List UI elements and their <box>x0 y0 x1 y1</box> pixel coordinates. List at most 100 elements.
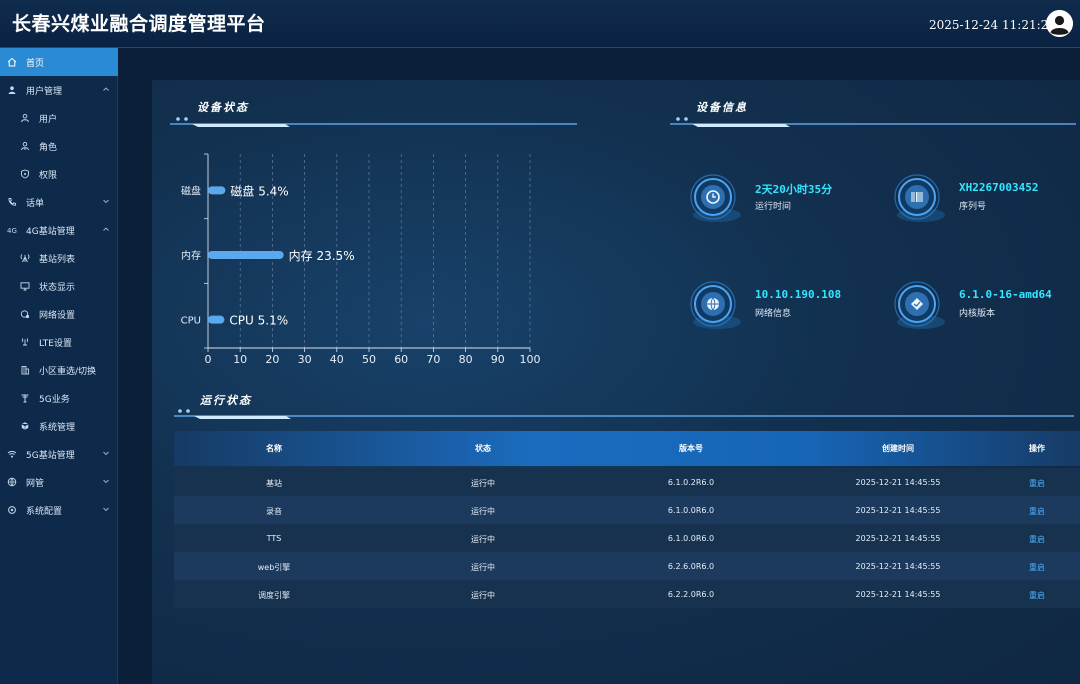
device-info-card: 2天20小时35分 运行时间 <box>687 171 847 231</box>
sidebar-item-label: 用户 <box>39 114 58 125</box>
table-cell: 2025-12-21 14:45:55 <box>855 562 941 571</box>
column-header[interactable]: 版本号 <box>679 443 703 454</box>
sidebar-item-label: 权限 <box>39 170 58 181</box>
phone-icon <box>7 197 17 207</box>
sidebar-item-label: 小区重选/切换 <box>39 366 97 377</box>
sidebar-item-label: 5G业务 <box>39 394 70 405</box>
x-tick-label: 70 <box>426 353 440 366</box>
network-icon <box>20 309 30 319</box>
table-row: 调度引擎 运行中 6.2.2.0R6.0 2025-12-21 14:45:55 重启 <box>174 580 1080 608</box>
avatar[interactable] <box>1046 10 1073 37</box>
sidebar-item-label: 状态显示 <box>39 282 76 293</box>
bar-data-label: CPU 5.1% <box>229 314 288 328</box>
table-cell: 6.1.0.0R6.0 <box>667 506 715 515</box>
shield-icon <box>20 169 30 179</box>
sidebar-item-label: 系统管理 <box>39 422 76 433</box>
sidebar-item[interactable]: 话单 <box>0 188 118 216</box>
table-cell: 6.1.0.2R6.0 <box>667 478 715 487</box>
restart-button[interactable]: 重启 <box>1029 534 1045 545</box>
device-info-label: 内核版本 <box>959 309 996 319</box>
settings-icon <box>7 505 17 515</box>
section-divider <box>170 117 577 127</box>
globe-icon <box>7 477 17 487</box>
sidebar-item[interactable]: 用户管理 <box>0 76 118 104</box>
column-header[interactable]: 操作 <box>1029 443 1045 454</box>
section-title-run-status: 运行状态 <box>200 394 252 407</box>
sidebar-item[interactable]: 小区重选/切换 <box>0 356 118 384</box>
app-header: 长春兴煤业融合调度管理平台 2025-12-24 11:21:21 <box>0 0 1080 48</box>
x-tick-label: 10 <box>233 353 247 366</box>
table-cell: 录音 <box>266 507 282 516</box>
sidebar-item[interactable]: 网络设置 <box>0 300 118 328</box>
section-title-device-status: 设备状态 <box>197 101 249 114</box>
table-cell: web引擎 <box>257 563 291 572</box>
sidebar-item-label: 基站列表 <box>39 254 76 265</box>
sidebar-item[interactable]: 5G业务 <box>0 384 118 412</box>
sidebar-item-label: 用户管理 <box>26 86 63 97</box>
sidebar-item[interactable]: 状态显示 <box>0 272 118 300</box>
sidebar-item[interactable]: 用户 <box>0 104 118 132</box>
sidebar-item[interactable]: 基站列表 <box>0 244 118 272</box>
device-info-value: 10.10.190.108 <box>755 288 842 301</box>
column-header[interactable]: 状态 <box>475 443 491 454</box>
sidebar-item[interactable]: 系统配置 <box>0 496 118 524</box>
table-cell: 6.2.6.0R6.0 <box>667 562 715 571</box>
bar <box>208 251 284 259</box>
table-cell: 2025-12-21 14:45:55 <box>855 478 941 487</box>
section-divider <box>174 409 1074 419</box>
user-group-icon <box>7 85 17 95</box>
user-icon <box>20 113 30 123</box>
x-tick-label: 80 <box>459 353 473 366</box>
column-header[interactable]: 创建时间 <box>882 443 914 454</box>
table-cell: 6.2.2.0R6.0 <box>667 590 715 599</box>
restart-button[interactable]: 重启 <box>1029 478 1045 489</box>
sidebar-item[interactable]: 系统管理 <box>0 412 118 440</box>
bar <box>208 315 225 324</box>
table-row: web引擎 运行中 6.2.6.0R6.0 2025-12-21 14:45:55 重启 <box>174 552 1080 580</box>
chevron-down-icon <box>102 449 110 457</box>
table-cell: 2025-12-21 14:45:55 <box>855 590 941 599</box>
table-cell: 调度引擎 <box>258 591 290 600</box>
sidebar-item[interactable]: 网管 <box>0 468 118 496</box>
table-row: 基站 运行中 6.1.0.2R6.0 2025-12-21 14:45:55 重启 <box>174 468 1080 496</box>
svg-text:4G: 4G <box>7 227 17 235</box>
device-info-value: 2天20小时35分 <box>755 183 833 196</box>
y-category-label: CPU <box>181 316 201 327</box>
table-row: TTS 运行中 6.1.0.0R6.0 2025-12-21 14:45:55 重启 <box>174 524 1080 552</box>
home-icon <box>7 57 17 67</box>
header-datetime: 2025-12-24 11:21:21 <box>929 18 1056 32</box>
section-divider <box>670 117 1076 127</box>
sidebar-item[interactable]: LTE设置 <box>0 328 118 356</box>
role-icon <box>20 141 30 151</box>
sidebar-item[interactable]: 角色 <box>0 132 118 160</box>
y-category-label: 内存 <box>181 249 201 262</box>
antenna-icon <box>20 253 30 263</box>
column-header[interactable]: 名称 <box>266 443 282 454</box>
sidebar: 首页用户管理用户角色权限话单 4G 4G基站管理基站列表状态显示网络设置 LTE设置小… <box>0 48 118 684</box>
cube-icon <box>20 421 30 431</box>
table-cell: 运行中 <box>471 591 495 600</box>
sidebar-item[interactable]: 首页 <box>0 48 118 76</box>
table-cell: TTS <box>266 534 282 543</box>
chevron-down-icon <box>102 505 110 513</box>
building-icon <box>20 365 30 375</box>
table-cell: 2025-12-21 14:45:55 <box>855 506 941 515</box>
signal-4g-icon: 4G <box>7 225 17 235</box>
bar <box>208 186 226 195</box>
table-cell: 运行中 <box>471 507 495 516</box>
device-info-card: XH2267003452 序列号 <box>891 171 1051 231</box>
sidebar-item-label: 网管 <box>26 478 45 489</box>
table-cell: 运行中 <box>471 563 495 572</box>
restart-button[interactable]: 重启 <box>1029 590 1045 601</box>
restart-button[interactable]: 重启 <box>1029 506 1045 517</box>
x-tick-label: 30 <box>298 353 312 366</box>
sidebar-item-label: LTE设置 <box>39 338 72 349</box>
table-row: 录音 运行中 6.1.0.0R6.0 2025-12-21 14:45:55 重启 <box>174 496 1080 524</box>
x-tick-label: 60 <box>394 353 408 366</box>
monitor-icon <box>20 281 30 291</box>
sidebar-item[interactable]: 5G基站管理 <box>0 440 118 468</box>
sidebar-item[interactable]: 4G 4G基站管理 <box>0 216 118 244</box>
wifi-icon <box>7 449 17 459</box>
restart-button[interactable]: 重启 <box>1029 562 1045 573</box>
sidebar-item[interactable]: 权限 <box>0 160 118 188</box>
